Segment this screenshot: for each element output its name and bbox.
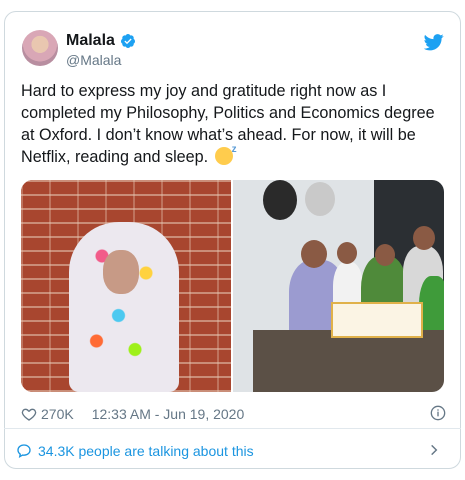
comment-bubble-icon — [17, 444, 31, 458]
heart-icon[interactable] — [21, 406, 37, 422]
tweet-stats: 270K 12:33 AM - Jun 19, 2020 — [21, 404, 446, 424]
like-count[interactable]: 270K — [41, 406, 74, 422]
author-name[interactable]: Malala — [66, 32, 115, 50]
balloon-silver — [305, 182, 335, 216]
person-head-3 — [375, 244, 395, 266]
info-icon[interactable] — [430, 405, 446, 421]
author-name-row[interactable]: Malala — [66, 32, 136, 50]
person-head — [301, 240, 327, 268]
tweet-embed-card: Malala @Malala Hard to express my joy an… — [4, 11, 461, 469]
tweet-text: Hard to express my joy and gratitude rig… — [21, 80, 446, 168]
photo-graduation-celebration[interactable] — [21, 180, 231, 392]
author-handle[interactable]: @Malala — [66, 52, 121, 68]
verified-badge-icon — [120, 34, 135, 48]
balloon-black — [263, 180, 297, 220]
chevron-right-icon[interactable] — [427, 442, 441, 458]
talking-about-link[interactable]: 34.3K people are talking about this — [16, 440, 441, 462]
cake — [331, 302, 423, 338]
photo-family-cake[interactable] — [233, 180, 444, 392]
timestamp[interactable]: 12:33 AM - Jun 19, 2020 — [92, 406, 245, 422]
person-head-4 — [413, 226, 435, 250]
talking-about-text[interactable]: 34.3K people are talking about this — [38, 443, 254, 459]
divider — [4, 428, 461, 429]
twitter-bird-icon[interactable] — [424, 32, 444, 52]
sleeping-face-emoji-icon — [214, 139, 237, 165]
avatar[interactable] — [22, 30, 58, 66]
confetti-covered-person — [69, 222, 179, 392]
table — [253, 330, 444, 392]
person-head-2 — [337, 242, 357, 264]
tweet-media[interactable] — [21, 180, 444, 392]
person-face — [103, 250, 139, 294]
